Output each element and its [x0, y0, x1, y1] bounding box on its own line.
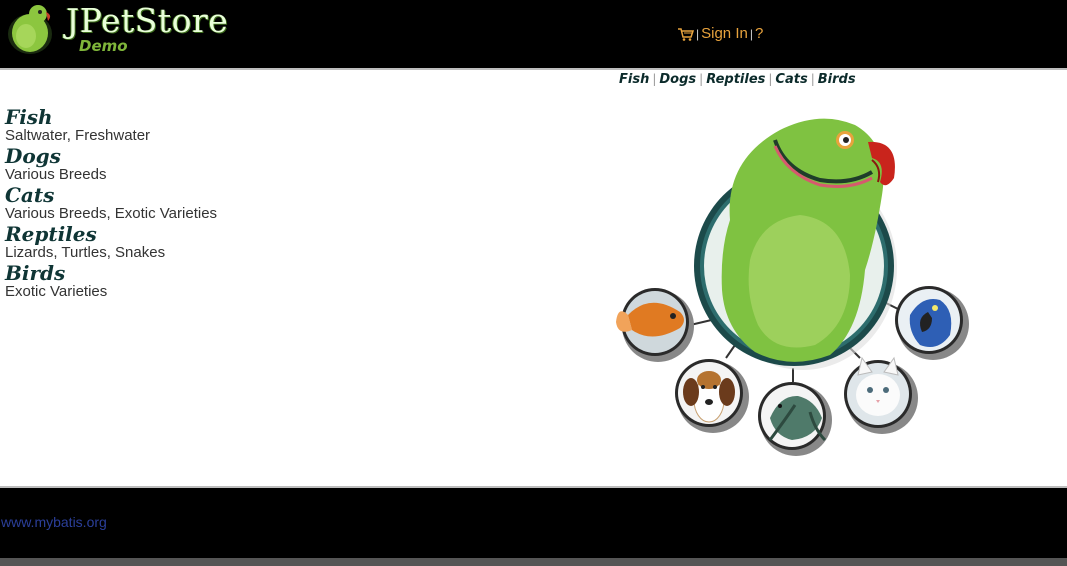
category-sidebar: Fish Saltwater, Freshwater Dogs Various … — [5, 106, 217, 301]
sidebar-item-desc: Lizards, Turtles, Snakes — [5, 244, 166, 261]
header-divider — [0, 68, 1067, 70]
bottom-bar — [0, 558, 1067, 566]
quicklink-fish[interactable]: Fish — [619, 72, 649, 87]
sidebar-item-dogs[interactable]: Dogs — [5, 145, 217, 167]
category-image-map — [616, 118, 969, 456]
footer: www.mybatis.org — [0, 488, 1067, 558]
sidebar-item-cats[interactable]: Cats — [5, 184, 217, 206]
sidebar-item-desc: Exotic Varieties — [5, 283, 108, 300]
parrot-logo-icon[interactable] — [6, 2, 56, 56]
cats-image-area[interactable] — [844, 356, 918, 434]
menu-separator: | — [749, 27, 753, 41]
sidebar-item-birds[interactable]: Birds — [5, 262, 217, 284]
reptiles-image-area[interactable] — [758, 382, 832, 456]
help-link[interactable]: ? — [755, 25, 763, 42]
quicklink-cats[interactable]: Cats — [775, 72, 807, 87]
header: JPetStore Demo | Sign In |? — [0, 0, 1067, 68]
sidebar-item-desc: Various Breeds — [5, 166, 107, 183]
fish-image-area[interactable] — [616, 288, 694, 362]
quicklink-separator: | — [810, 72, 815, 86]
sidebar-item-fish[interactable]: Fish — [5, 106, 217, 128]
mybatis-link[interactable]: www.mybatis.org — [1, 514, 107, 530]
birds-macaw-image-area[interactable] — [895, 286, 969, 360]
category-quicklinks: Fish | Dogs | Reptiles | Cats | Birds — [619, 72, 856, 87]
sign-in-link[interactable]: Sign In — [701, 25, 748, 42]
quicklink-separator: | — [652, 72, 657, 86]
quicklink-dogs[interactable]: Dogs — [659, 72, 696, 87]
logo-subtitle: Demo — [79, 37, 128, 55]
quicklink-reptiles[interactable]: Reptiles — [706, 72, 765, 87]
quicklink-birds[interactable]: Birds — [818, 72, 856, 87]
shopping-cart-icon[interactable] — [677, 27, 694, 41]
sidebar-item-reptiles[interactable]: Reptiles — [5, 223, 217, 245]
dogs-image-area[interactable] — [675, 359, 749, 433]
quicklink-separator: | — [699, 72, 704, 86]
sidebar-item-desc: Various Breeds, Exotic Varieties — [5, 205, 218, 222]
quicklink-separator: | — [768, 72, 773, 86]
sidebar-item-desc: Saltwater, Freshwater — [5, 127, 151, 144]
birds-image-area[interactable] — [694, 118, 897, 370]
top-menu: | Sign In |? — [677, 25, 763, 42]
logo-title: JPetStore — [66, 1, 229, 40]
